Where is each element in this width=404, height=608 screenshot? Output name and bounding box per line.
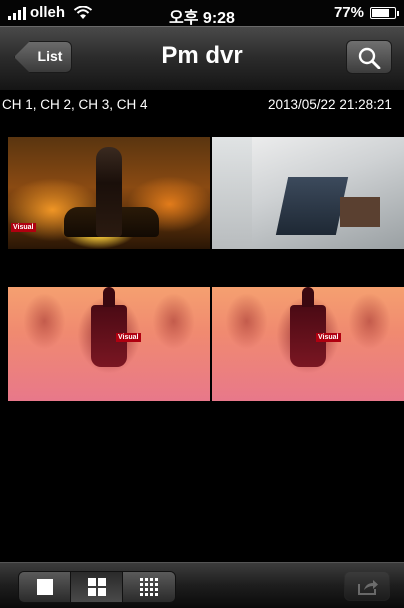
channel-list: CH 1, CH 2, CH 3, CH 4	[2, 97, 148, 112]
single-view-button[interactable]	[19, 572, 71, 602]
status-bar: olleh 오후 9:28 77%	[0, 0, 404, 27]
camera-brand-logo: Visual	[116, 333, 141, 342]
search-button[interactable]	[346, 40, 392, 74]
quad-view-icon	[88, 578, 106, 596]
search-icon	[358, 47, 381, 69]
video-timestamp: 2013/05/22 21:28:21	[268, 97, 392, 112]
single-view-icon	[37, 579, 53, 595]
battery-group: 77%	[333, 4, 399, 21]
info-row: CH 1, CH 2, CH 3, CH 4 2013/05/22 21:28:…	[0, 91, 404, 119]
share-icon	[358, 580, 378, 595]
nine-view-button[interactable]	[123, 572, 175, 602]
camera-scene	[96, 147, 122, 237]
share-button[interactable]	[344, 571, 390, 601]
quad-view-button[interactable]	[71, 572, 123, 602]
camera-tile-ch4[interactable]: Visual	[212, 287, 404, 401]
camera-scene	[275, 177, 349, 235]
page-title: Pm dvr	[161, 42, 243, 69]
nine-view-icon	[140, 578, 158, 596]
camera-tile-ch3[interactable]: Visual	[8, 287, 210, 401]
camera-brand-logo: Visual	[11, 223, 36, 232]
layout-selector	[18, 571, 176, 603]
camera-brand-logo: Visual	[316, 333, 341, 342]
battery-percent: 77%	[333, 4, 364, 21]
bottom-toolbar	[0, 562, 404, 608]
navigation-bar: List Pm dvr	[0, 26, 404, 91]
battery-icon	[370, 6, 399, 19]
camera-scene	[340, 197, 380, 227]
camera-scene	[212, 137, 252, 249]
camera-tile-ch2[interactable]	[212, 137, 404, 249]
camera-tile-ch1[interactable]: Visual	[8, 137, 210, 249]
